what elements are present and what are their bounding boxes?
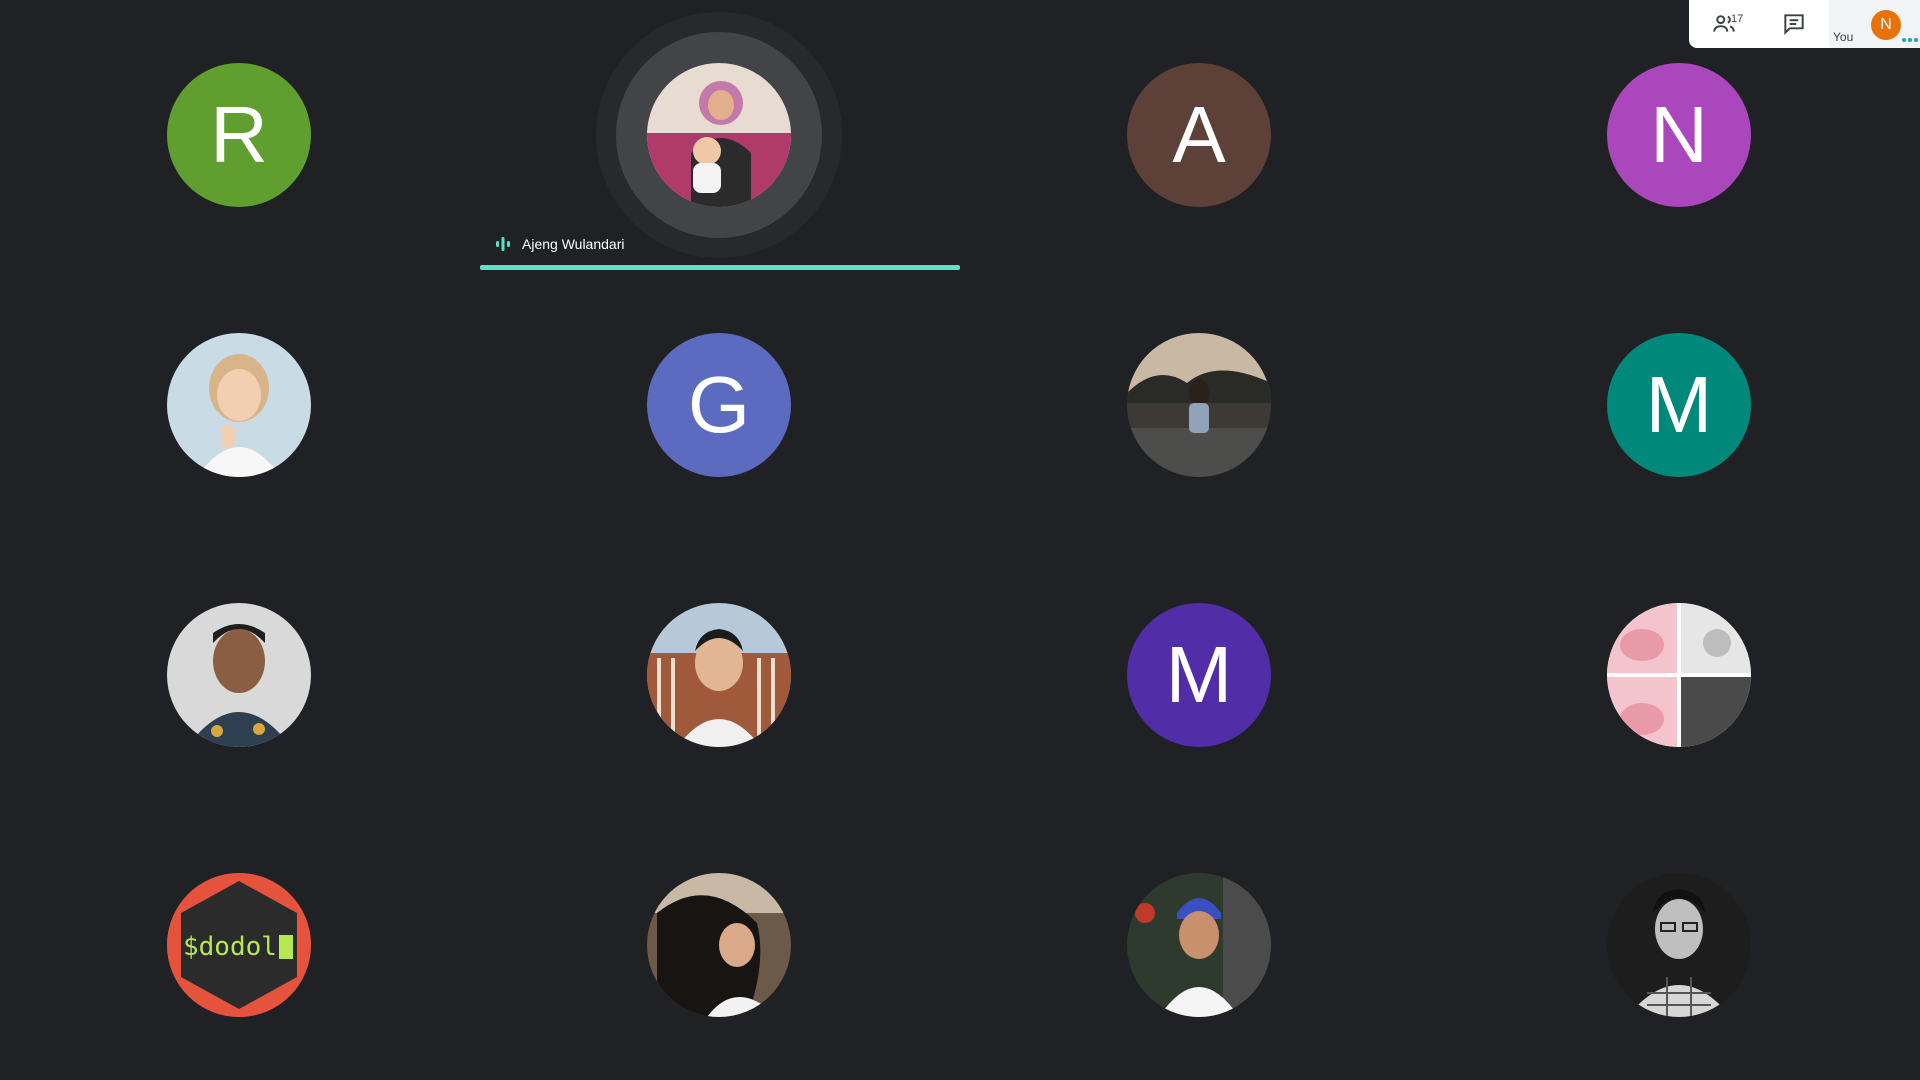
avatar: R [167, 63, 311, 207]
participant-tile-speaking[interactable]: Ajeng Wulandari [480, 0, 960, 270]
avatar-photo [167, 333, 311, 477]
woman-windblown-hair-photo-icon [647, 873, 791, 1017]
participant-tile[interactable]: A [960, 0, 1440, 270]
woman-street-sunset-photo-icon [1127, 333, 1271, 477]
avatar: N [1607, 63, 1751, 207]
avatar-photo [167, 603, 311, 747]
participant-tile[interactable]: N [1440, 0, 1920, 270]
avatar-photo [1607, 603, 1751, 747]
avatar: M [1607, 333, 1751, 477]
participant-tile[interactable] [960, 810, 1440, 1080]
participant-tile[interactable]: M [960, 540, 1440, 810]
participant-tile[interactable]: G [480, 270, 960, 540]
avatar: M [1127, 603, 1271, 747]
audio-level-icon [496, 237, 510, 251]
participant-tile[interactable] [0, 540, 480, 810]
avatar-photo: $dodol [167, 873, 311, 1017]
comic-brain-meme-photo-icon [1607, 603, 1751, 747]
avatar-photo [1127, 333, 1271, 477]
svg-text:$dodol: $dodol [183, 932, 277, 962]
participant-tile[interactable] [1440, 540, 1920, 810]
participant-tile[interactable]: M [1440, 270, 1920, 540]
participant-tile[interactable]: $dodol [0, 810, 480, 1080]
avatar-photo [1127, 873, 1271, 1017]
man-batik-photo-icon [167, 603, 311, 747]
avatar: G [647, 333, 791, 477]
woman-with-baby-photo-icon [647, 63, 791, 207]
man-glasses-bw-photo-icon [1607, 873, 1751, 1017]
participant-tile[interactable] [960, 270, 1440, 540]
meeting-stage: 17 N You R Ajeng Wulandari A N G M M $do… [0, 0, 1920, 1080]
avatar-photo [647, 873, 791, 1017]
participant-tile[interactable] [1440, 810, 1920, 1080]
participant-tile[interactable] [480, 540, 960, 810]
avatar-photo [647, 603, 791, 747]
avatar-photo [647, 63, 791, 207]
name-bar: Ajeng Wulandari [480, 235, 624, 253]
young-man-fence-photo-icon [647, 603, 791, 747]
boy-traditional-headdress-photo-icon [1127, 873, 1271, 1017]
participant-name: Ajeng Wulandari [522, 236, 625, 252]
boy-thumbs-up-photo-icon [167, 333, 311, 477]
avatar: A [1127, 63, 1271, 207]
participant-tile[interactable] [0, 270, 480, 540]
participant-tile[interactable] [480, 810, 960, 1080]
participant-tile[interactable]: R [0, 0, 480, 270]
dodol-terminal-logo-icon: $dodol [167, 873, 311, 1017]
avatar-photo [1607, 873, 1751, 1017]
